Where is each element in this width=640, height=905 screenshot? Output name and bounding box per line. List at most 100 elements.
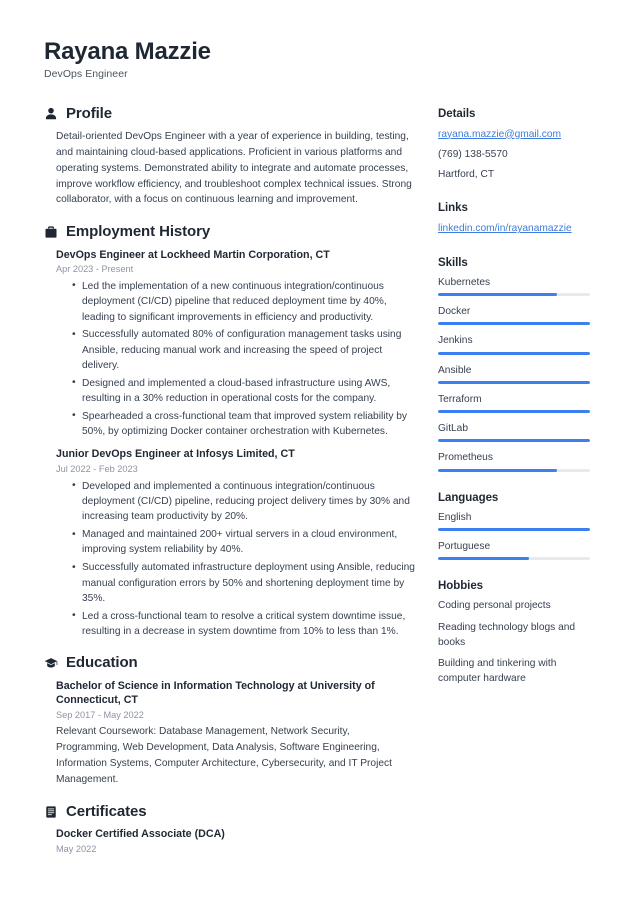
language-level-track: [438, 527, 590, 531]
skill-name: Ansible: [438, 364, 472, 376]
skill-name: Prometheus: [438, 452, 493, 464]
section-employment: Employment History DevOps Engineer at Lo…: [44, 224, 416, 639]
sidebar-links-title: Links: [438, 202, 468, 215]
sidebar-column: Details rayana.mazzie@gmail.com (769) 13…: [438, 106, 590, 707]
certificate-entry: Docker Certified Associate (DCA) May 202…: [56, 827, 416, 855]
employment-entry-title: Junior DevOps Engineer at Infosys Limite…: [56, 448, 295, 461]
skill-level-track: [438, 439, 590, 443]
profile-summary-text: Detail-oriented DevOps Engineer with a y…: [56, 131, 412, 206]
section-education-title: Education: [66, 654, 138, 672]
skill-level-track: [438, 468, 590, 472]
linkedin-link[interactable]: linkedin.com/in/rayanamazzie: [438, 221, 590, 236]
skill-item: Jenkins: [438, 334, 590, 355]
bullet-item: Successfully automated 80% of configurat…: [72, 327, 416, 373]
education-entry-description: Relevant Coursework: Database Management…: [56, 726, 392, 785]
section-profile-body: Detail-oriented DevOps Engineer with a y…: [44, 129, 416, 208]
skill-name: Docker: [438, 306, 471, 318]
location-text: Hartford, CT: [438, 169, 495, 181]
certificate-entry-title: Docker Certified Associate (DCA): [56, 828, 225, 841]
section-profile: Profile Detail-oriented DevOps Engineer …: [44, 104, 416, 209]
sidebar-hobbies: Hobbies Coding personal projects Reading…: [438, 580, 590, 687]
phone-text: (769) 138-5570: [438, 148, 508, 160]
sidebar-languages: Languages English Portuguese: [438, 492, 590, 561]
employment-entry-date: Apr 2023 - Present: [56, 264, 134, 275]
resume-page: Rayana Mazzie DevOps Engineer Profile De…: [0, 0, 640, 905]
skill-level-track: [438, 293, 590, 297]
employment-entry-bullets: Led the implementation of a new continuo…: [56, 278, 416, 439]
education-entry: Bachelor of Science in Information Techn…: [56, 679, 416, 788]
employment-entry-date: Jul 2022 - Feb 2023: [56, 463, 138, 474]
skill-level-fill: [438, 351, 590, 355]
skill-level-fill: [438, 380, 590, 384]
skill-level-fill: [438, 322, 590, 326]
skill-item: GitLab: [438, 422, 590, 443]
section-employment-title: Employment History: [66, 223, 211, 241]
hobby-item: Building and tinkering with computer har…: [438, 658, 557, 685]
skill-name: GitLab: [438, 423, 469, 435]
bullet-item: Developed and implemented a continuous i…: [72, 478, 416, 525]
language-name: Portuguese: [438, 540, 491, 552]
employment-entry: DevOps Engineer at Lockheed Martin Corpo…: [56, 248, 416, 440]
hobby-item: Coding personal projects: [438, 600, 551, 612]
certificate-entry-date: May 2022: [56, 843, 97, 854]
section-certificates: Certificates Docker Certified Associate …: [44, 802, 416, 856]
section-certificates-body: Docker Certified Associate (DCA) May 202…: [44, 827, 416, 855]
employment-entry-title: DevOps Engineer at Lockheed Martin Corpo…: [56, 248, 330, 261]
skill-level-track: [438, 380, 590, 384]
sidebar-details: Details rayana.mazzie@gmail.com (769) 13…: [438, 108, 590, 183]
resume-columns: Profile Detail-oriented DevOps Engineer …: [44, 104, 590, 872]
language-level-fill: [438, 527, 590, 531]
skill-level-fill: [438, 439, 590, 443]
certificate-icon: [44, 805, 58, 819]
language-item: Portuguese: [438, 540, 590, 561]
skill-level-fill: [438, 468, 557, 472]
bullet-item: Led a cross-functional team to resolve a…: [72, 608, 416, 640]
candidate-name: Rayana Mazzie: [44, 38, 211, 65]
user-icon: [44, 107, 58, 121]
skill-name: Kubernetes: [438, 276, 491, 288]
skill-name: Jenkins: [438, 335, 473, 347]
email-link[interactable]: rayana.mazzie@gmail.com: [438, 127, 590, 142]
graduation-cap-icon: [44, 656, 58, 670]
language-item: English: [438, 511, 590, 531]
education-entry-date: Sep 2017 - May 2022: [56, 709, 144, 720]
hobby-item: Reading technology blogs and books: [438, 621, 576, 648]
bullet-item: Led the implementation of a new continuo…: [72, 278, 416, 325]
skill-item: Ansible: [438, 364, 590, 384]
bullet-item: Managed and maintained 200+ virtual serv…: [72, 527, 416, 558]
education-entry-title: Bachelor of Science in Information Techn…: [56, 679, 375, 707]
sidebar-links: Links linkedin.com/in/rayanamazzie: [438, 202, 590, 236]
skill-item: Prometheus: [438, 451, 590, 472]
section-profile-header: Profile: [44, 104, 416, 123]
skill-level-track: [438, 351, 590, 355]
section-certificates-title: Certificates: [66, 802, 147, 820]
section-employment-header: Employment History: [44, 224, 416, 241]
employment-entry: Junior DevOps Engineer at Infosys Limite…: [56, 447, 416, 639]
sidebar-details-title: Details: [438, 107, 476, 120]
section-profile-title: Profile: [66, 104, 112, 122]
skill-level-fill: [438, 410, 590, 414]
skill-level-track: [438, 322, 590, 326]
candidate-job-title: DevOps Engineer: [44, 67, 128, 80]
sidebar-languages-title: Languages: [438, 491, 499, 504]
sidebar-hobbies-title: Hobbies: [438, 580, 484, 593]
skill-name: Terraform: [438, 393, 482, 405]
main-column: Profile Detail-oriented DevOps Engineer …: [44, 104, 416, 872]
briefcase-icon: [44, 225, 58, 239]
sidebar-skills-title: Skills: [438, 256, 468, 269]
section-certificates-header: Certificates: [44, 802, 416, 821]
skill-item: Docker: [438, 305, 590, 326]
skill-level-track: [438, 410, 590, 414]
section-education-body: Bachelor of Science in Information Techn…: [44, 679, 416, 788]
sidebar-skills: Skills Kubernetes Docker Jenkins Ansible…: [438, 257, 590, 472]
section-education: Education Bachelor of Science in Informa…: [44, 655, 416, 788]
skill-level-fill: [438, 293, 557, 297]
skill-item: Kubernetes: [438, 276, 590, 297]
skill-item: Terraform: [438, 393, 590, 414]
employment-entry-bullets: Developed and implemented a continuous i…: [56, 478, 416, 640]
language-level-track: [438, 557, 590, 561]
section-education-header: Education: [44, 655, 416, 672]
bullet-item: Designed and implemented a cloud-based i…: [72, 375, 416, 407]
resume-header: Rayana Mazzie DevOps Engineer: [44, 38, 588, 80]
language-name: English: [438, 511, 472, 523]
